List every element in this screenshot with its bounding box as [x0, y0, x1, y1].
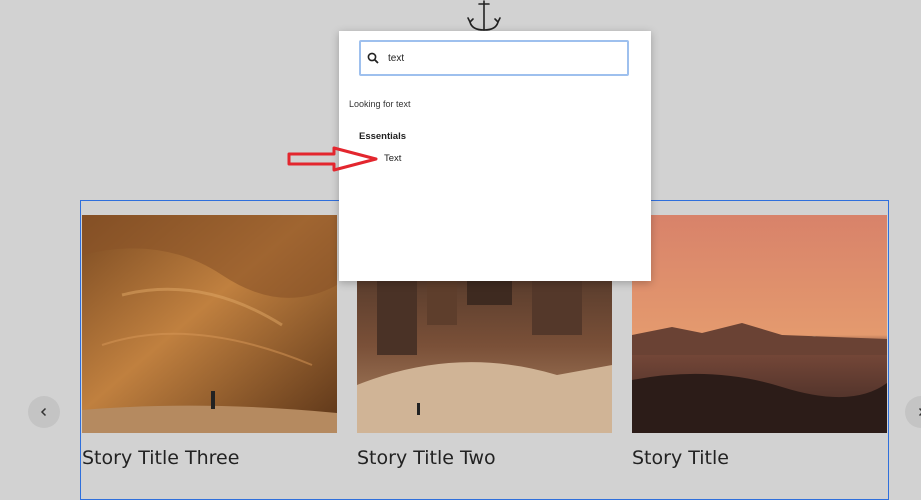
story-title: Story Title Three — [82, 447, 240, 469]
carousel-next-button[interactable] — [905, 396, 921, 428]
search-status-text: Looking for text — [349, 99, 411, 109]
story-image — [632, 215, 887, 433]
story-title: Story Title Two — [357, 447, 496, 469]
result-item-text[interactable]: Text — [384, 153, 401, 164]
search-icon — [367, 52, 379, 64]
story-image — [82, 215, 337, 433]
search-input[interactable] — [388, 52, 608, 64]
story-card[interactable]: Story Title — [632, 215, 887, 469]
search-box[interactable] — [359, 40, 629, 76]
carousel-prev-button[interactable] — [28, 396, 60, 428]
chevron-right-icon — [918, 407, 921, 417]
annotation-arrow-icon — [287, 146, 378, 172]
chevron-left-icon — [40, 407, 47, 417]
anchor-logo — [467, 0, 501, 31]
story-title: Story Title — [632, 447, 729, 469]
story-card[interactable]: Story Title Three — [82, 215, 337, 469]
section-heading-essentials: Essentials — [359, 131, 406, 142]
